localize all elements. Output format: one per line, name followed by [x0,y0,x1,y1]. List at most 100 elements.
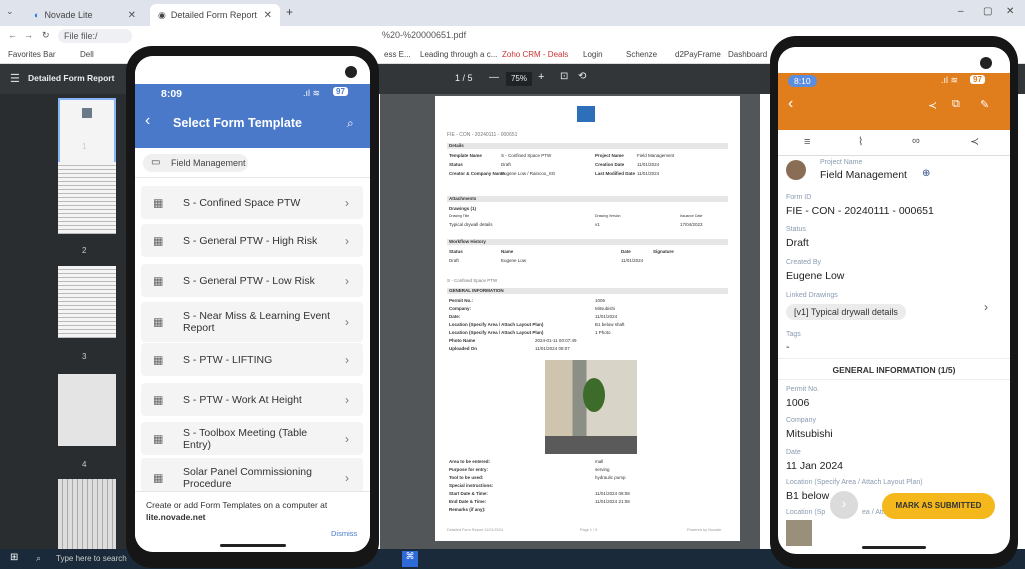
minimize-button[interactable]: – [958,6,964,17]
back-arrow-icon[interactable]: ‹ [788,95,793,113]
menu-icon[interactable]: ☰ [10,72,20,85]
drawings-col: Drawing Version [595,214,621,218]
bookmark-zoho[interactable]: Zoho CRM - Deals [502,50,568,59]
new-tab-button[interactable]: + [286,5,293,19]
bookmark-ess[interactable]: ess E... [384,50,411,59]
tab-novade-lite[interactable]: ◐ Novade Lite ✕ [26,4,144,26]
footer-link[interactable]: lite.novade.net [146,512,206,522]
chevron-right-icon: › [345,195,349,210]
location2-label: Location (Sp [786,509,826,516]
bookmark-schenze[interactable]: Schenze [626,50,657,59]
plant-in-photo [583,378,605,412]
workflow-col: Signature [653,249,674,254]
status-value: Draft [786,237,809,249]
fit-page-icon[interactable]: ⊡ [560,71,568,82]
drawings-cell: Typical drywall details [449,222,493,227]
template-item[interactable]: ▦ S - PTW - Work At Height › [141,383,363,416]
status-time: 8:09 [161,88,183,100]
template-item[interactable]: ▦ S - General PTW - High Risk › [141,224,363,257]
rotate-icon[interactable]: ⟲ [578,71,586,82]
forward-icon[interactable]: → [24,30,33,40]
close-tab-icon[interactable]: ✕ [264,10,272,21]
table-icon: ▦ [153,235,164,247]
tags-value: - [786,341,790,353]
next-section-button[interactable]: › [830,491,858,519]
pdf-thumbnail-sidebar: 1 2 3 4 [0,94,135,551]
zoom-input[interactable]: 75% [506,72,532,86]
attachments-header: Attachments [449,196,477,201]
search-icon[interactable]: ⌕ [347,116,354,131]
copy-icon[interactable]: ⧉ [952,98,960,111]
bookmark-dashboard[interactable]: Dashboard [728,50,767,59]
link-icon[interactable]: ∞ [912,135,920,147]
location-photo[interactable] [786,520,812,546]
mark-as-submitted-button[interactable]: MARK AS SUBMITTED [882,493,995,519]
attachment-icon[interactable]: ⌇ [858,135,863,148]
list-icon[interactable]: ≡ [804,136,810,148]
taskbar-app-icon[interactable]: ⌘ [402,551,418,567]
page-thumbnail[interactable] [58,266,116,338]
navigate-icon[interactable]: ⊕ [922,168,930,179]
template-label: S - General PTW - High Risk [183,234,318,247]
drawings-cell: v1 [595,222,600,227]
project-chip[interactable]: ▭ Field Management [143,154,248,172]
reload-icon[interactable]: ↻ [42,30,50,41]
page-thumbnail[interactable] [58,98,116,170]
template-item[interactable]: ▦ S - Toolbox Meeting (Table Entry) › [141,422,363,455]
share-alt-icon[interactable]: ≺ [970,135,979,148]
tab-detailed-form-report[interactable]: ◉ Detailed Form Report ✕ [150,4,280,26]
template-item[interactable]: ▦ S - Confined Space PTW › [141,186,363,219]
page-indicator[interactable]: 1 / 5 [455,73,473,83]
page-thumbnail[interactable] [58,162,116,234]
dismiss-button[interactable]: Dismiss [331,529,357,538]
general-value: 11/01/2024 08:07 [535,346,570,351]
close-tab-icon[interactable]: ✕ [128,10,136,21]
share-icon[interactable]: ≺ [928,99,937,112]
zoom-in-icon[interactable]: + [538,71,544,83]
bookmark-d2payframe[interactable]: d2PayFrame [675,50,721,59]
briefcase-icon: ▭ [151,157,161,168]
chip-label: Field Management [171,158,246,168]
general-label: Location (Specify Area / Attach Layout P… [449,330,544,335]
tags-label: Tags [786,331,801,338]
back-arrow-icon[interactable]: ‹ [145,112,150,130]
search-icon[interactable]: ⌕ [36,553,41,564]
page-footer-right: Powered by Novade [687,528,722,532]
status-time: 8:10 [788,75,817,87]
signal-wifi-icon: .ıl ≋ [303,88,321,98]
chevron-right-icon[interactable]: › [984,300,988,314]
template-label: S - PTW - LIFTING [183,353,273,366]
bookmark-favorites-bar[interactable]: Favorites Bar [8,50,56,59]
browser-tab-strip: ⌄ ◐ Novade Lite ✕ ◉ Detailed Form Report… [0,0,1025,26]
zoom-out-icon[interactable]: — [489,72,499,83]
site-photo[interactable] [545,360,637,454]
general-value: B1 below shaft [595,322,625,327]
tab-list-icon[interactable]: ⌄ [6,6,14,17]
close-window-button[interactable]: ✕ [1006,6,1014,17]
template-item[interactable]: ▦ S - General PTW - Low Risk › [141,264,363,297]
entry-value: 11/01/2024 21:08 [595,499,630,504]
maximize-button[interactable]: ▢ [983,6,992,17]
bookmark-dell[interactable]: Dell [80,50,94,59]
page-thumbnail[interactable] [58,374,116,446]
bookmark-login[interactable]: Login [583,50,603,59]
linked-drawings-label: Linked Drawings [786,292,838,299]
novade-favicon-icon: ◐ [34,10,40,20]
bookmark-leading[interactable]: Leading through a c... [420,50,497,59]
linked-drawing-chip[interactable]: [v1] Typical drywall details [786,304,906,320]
phone-right: 8:10 .ıl ≋ 97 ‹ ≺ ⧉ ✎ ≡ ⌇ ∞ ≺ Project Na… [770,36,1018,568]
page-thumbnail[interactable] [58,479,116,551]
taskbar-search[interactable]: Type here to search [56,554,127,563]
template-item[interactable]: ▦ S - Near Miss & Learning Event Report › [141,302,363,342]
template-item[interactable]: ▦ S - PTW - LIFTING › [141,343,363,376]
entry-label: Start Date & Time: [449,491,488,496]
windows-start-icon[interactable]: ⊞ [10,552,18,563]
back-icon[interactable]: ← [8,30,17,40]
permit-label: Permit No. [786,386,820,393]
general-value: 1006 [595,298,606,303]
date-value: 11 Jan 2024 [786,460,844,472]
form-id-label: Form ID [786,194,812,201]
chevron-right-icon: › [345,315,349,329]
address-input[interactable]: File file:/ [58,29,132,43]
edit-icon[interactable]: ✎ [980,98,989,111]
